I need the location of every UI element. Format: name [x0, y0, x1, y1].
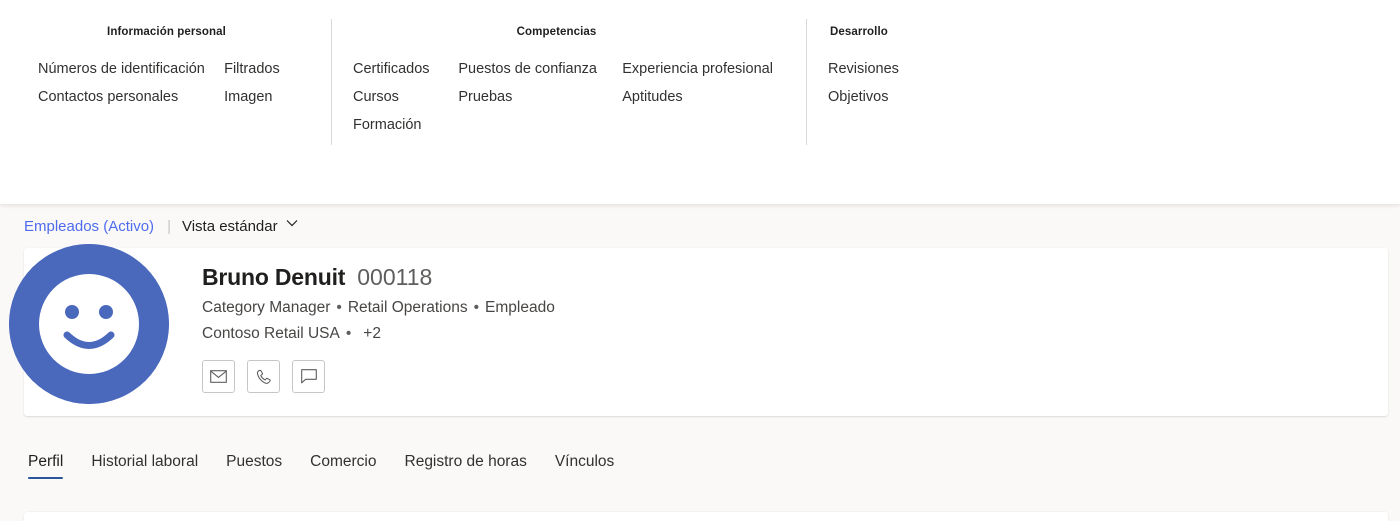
employee-department: Retail Operations: [347, 299, 468, 316]
menu-item-puestos-de-confianza[interactable]: Puestos de confianza: [458, 55, 622, 83]
tab-puestos[interactable]: Puestos: [212, 453, 296, 479]
tab-historial-laboral[interactable]: Historial laboral: [77, 453, 212, 479]
employee-more-count[interactable]: +2: [357, 325, 381, 342]
menu-group-columns: Revisiones Objetivos: [828, 55, 1068, 111]
tab-label: Puestos: [226, 453, 283, 470]
view-selector-label: Vista estándar: [181, 217, 278, 235]
menu-group-title: Competencias: [516, 26, 597, 38]
tab-perfil[interactable]: Perfil: [24, 453, 77, 479]
menu-item-numeros-de-identificacion[interactable]: Números de identificación: [38, 55, 224, 83]
menu-item-certificados[interactable]: Certificados: [353, 55, 458, 83]
page-title: Bruno Denuit: [202, 264, 346, 290]
employee-position-line: Category Manager • Retail Operations • Emple…: [202, 295, 555, 321]
menu-item-aptitudes[interactable]: Aptitudes: [622, 83, 788, 111]
tab-vinculos[interactable]: Vínculos: [541, 453, 628, 479]
employee-entity-line: Contoso Retail USA • +2: [202, 321, 555, 347]
employee-job-title: Category Manager: [202, 299, 331, 316]
send-email-button[interactable]: [202, 360, 235, 393]
menu-item-filtrados[interactable]: Filtrados: [224, 55, 305, 83]
menu-item-cursos[interactable]: Cursos: [353, 83, 458, 111]
tab-label: Comercio: [310, 453, 377, 470]
avatar[interactable]: [9, 244, 169, 404]
breadcrumb: Empleados (Activo) | Vista estándar: [0, 204, 1400, 244]
breadcrumb-entity-link[interactable]: Empleados (Activo): [24, 218, 154, 235]
tab-comercio[interactable]: Comercio: [296, 453, 390, 479]
menu-group-informacion-personal: Información personal Números de identifi…: [0, 26, 331, 111]
menu-item-objetivos[interactable]: Objetivos: [828, 83, 1008, 111]
employee-contact-actions: [202, 360, 555, 393]
tab-label: Vínculos: [554, 453, 615, 470]
breadcrumb-separator: |: [167, 217, 171, 235]
menu-item-formacion[interactable]: Formación: [353, 111, 458, 139]
menu-group-desarrollo: Desarrollo Revisiones Objetivos: [806, 19, 1086, 145]
profile-content-card: [24, 512, 1388, 521]
menu-group-columns: Certificados Cursos Formación Puestos de…: [353, 55, 788, 139]
mega-menu-groups: Información personal Números de identifi…: [0, 0, 1400, 145]
menu-group-title: Información personal: [107, 26, 226, 38]
menu-column: Puestos de confianza Pruebas: [458, 55, 622, 139]
menu-item-pruebas[interactable]: Pruebas: [458, 83, 622, 111]
chevron-down-icon: [286, 219, 298, 229]
menu-column: Números de identificación Contactos pers…: [38, 55, 224, 111]
mega-menu-panel: Información personal Números de identifi…: [0, 0, 1400, 204]
employee-name-line: Bruno Denuit 000118: [202, 264, 555, 291]
employee-worker-type: Empleado: [485, 299, 555, 316]
tab-label: Historial laboral: [91, 453, 199, 470]
menu-item-imagen[interactable]: Imagen: [224, 83, 305, 111]
menu-item-contactos-personales[interactable]: Contactos personales: [38, 83, 224, 111]
tab-label: Perfil: [28, 453, 64, 470]
chat-bubble-icon: [300, 369, 317, 384]
menu-group-competencias: Competencias Certificados Cursos Formaci…: [331, 19, 806, 145]
employee-id: 000118: [357, 264, 433, 290]
menu-column: Certificados Cursos Formación: [353, 55, 458, 139]
menu-column: Experiencia profesional Aptitudes: [622, 55, 788, 139]
tab-strip: Perfil Historial laboral Puestos Comerci…: [24, 439, 628, 479]
employee-info: Bruno Denuit 000118 Category Manager • Ret…: [202, 264, 555, 393]
tab-registro-de-horas[interactable]: Registro de horas: [391, 453, 541, 479]
menu-column: Revisiones Objetivos: [828, 55, 1008, 111]
tab-label: Registro de horas: [404, 453, 527, 470]
menu-item-revisiones[interactable]: Revisiones: [828, 55, 1008, 83]
bullet-separator: •: [336, 299, 342, 316]
bullet-separator: •: [473, 299, 480, 316]
bullet-separator: •: [345, 325, 352, 342]
message-button[interactable]: [292, 360, 325, 393]
menu-column: Filtrados Imagen: [224, 55, 305, 111]
employee-legal-entity: Contoso Retail USA: [202, 325, 340, 342]
envelope-icon: [210, 370, 227, 383]
phone-icon: [256, 369, 272, 385]
menu-item-experiencia-profesional[interactable]: Experiencia profesional: [622, 55, 788, 83]
page-body: Empleados (Activo) | Vista estándar Brun…: [0, 204, 1400, 521]
call-button[interactable]: [247, 360, 280, 393]
view-selector[interactable]: Vista estándar: [181, 217, 298, 235]
menu-group-title: Desarrollo: [830, 26, 888, 38]
employee-summary-card: Bruno Denuit 000118 Category Manager • Ret…: [9, 244, 1388, 416]
menu-group-columns: Números de identificación Contactos pers…: [38, 55, 305, 111]
